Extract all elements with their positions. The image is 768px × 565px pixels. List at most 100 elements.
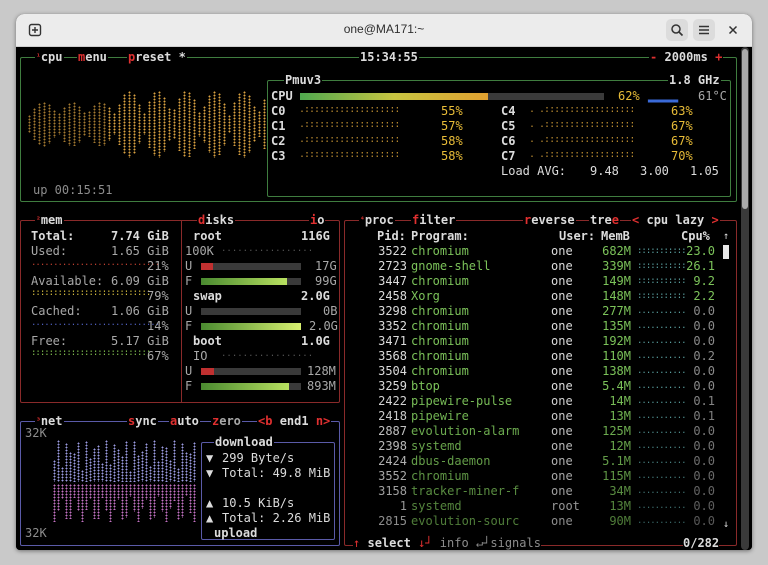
proc-row[interactable]: 3552 chromium one 115M........... 0.0 bbox=[345, 469, 715, 484]
core-pct: 67% bbox=[671, 134, 693, 148]
menu-button[interactable]: menu bbox=[77, 50, 108, 64]
scrollbar-thumb[interactable] bbox=[742, 49, 748, 209]
net-upload-column bbox=[101, 484, 104, 498]
proc-row[interactable]: 2815 evolution-sourc one 90M........... 0.0 bbox=[345, 514, 715, 529]
proc-mem: 13M bbox=[609, 409, 631, 423]
proc-mem: 5.4M bbox=[602, 379, 631, 393]
net-interface-selector[interactable]: <b end1 n> bbox=[257, 414, 332, 428]
proc-tree-toggle[interactable]: tree bbox=[589, 213, 620, 227]
net-upload-column bbox=[177, 484, 180, 520]
proc-row[interactable]: 3259 btop one 5.4M........... 0.0 bbox=[345, 379, 715, 394]
proc-row[interactable]: 3158 tracker-miner-f one 34M........... 0.0 bbox=[345, 484, 715, 499]
search-icon[interactable] bbox=[666, 19, 688, 41]
proc-row[interactable]: 2723 gnome-shell one 339M::::::::::: 26.1 bbox=[345, 259, 715, 274]
disk-boot-f-label: F bbox=[185, 379, 193, 393]
scroll-up-icon[interactable]: ↑ bbox=[723, 229, 729, 244]
net-upload-column bbox=[169, 484, 172, 509]
iface-next-button[interactable]: n> bbox=[316, 414, 330, 428]
net-upload-column bbox=[97, 484, 100, 519]
net-upload-column bbox=[81, 484, 84, 522]
proc-user: one bbox=[551, 439, 573, 453]
scroll-down-icon[interactable]: ↓ bbox=[723, 517, 729, 532]
iface-prev-button[interactable]: <b bbox=[258, 414, 272, 428]
proc-sort-selector[interactable]: < cpu lazy > bbox=[631, 213, 720, 227]
net-download-column bbox=[109, 464, 112, 482]
col-cpu[interactable]: Cpu% bbox=[681, 229, 710, 244]
proc-row[interactable]: 3298 chromium one 277M........... 0.0 bbox=[345, 304, 715, 319]
proc-program: chromium bbox=[411, 319, 469, 333]
signals-button[interactable]: signals bbox=[490, 536, 541, 550]
proc-reverse-toggle[interactable]: reverse bbox=[523, 213, 576, 227]
core-name: C5 bbox=[501, 119, 516, 133]
proc-row[interactable]: 2422 pipewire-pulse one 14M........... 0.1 bbox=[345, 394, 715, 409]
proc-row[interactable]: 2458 Xorg one 148M::::::::::: 2.2 bbox=[345, 289, 715, 304]
proc-cpu: 0.0 bbox=[693, 319, 715, 333]
proc-cpu: 0.0 bbox=[693, 364, 715, 378]
net-zero-toggle[interactable]: zero bbox=[211, 414, 242, 428]
proc-filter-button[interactable]: filter bbox=[411, 213, 457, 227]
proc-pid: 3298 bbox=[378, 304, 407, 318]
proc-row[interactable]: 3352 chromium one 135M........... 0.0 bbox=[345, 319, 715, 334]
cpu-frequency: 1.8 GHz bbox=[668, 73, 721, 87]
proc-user: one bbox=[551, 349, 573, 363]
proc-row[interactable]: 2398 systemd one 12M........... 0.0 bbox=[345, 439, 715, 454]
cpu-title: cpu bbox=[40, 50, 63, 64]
disk-root-io-graph: ................. bbox=[221, 244, 314, 254]
net-download-column bbox=[157, 461, 160, 482]
core-name: C1 bbox=[271, 119, 286, 133]
proc-program: gnome-shell bbox=[411, 259, 491, 273]
terminal-scrollbar[interactable] bbox=[741, 47, 749, 550]
proc-pid: 3471 bbox=[378, 334, 407, 348]
cpu-temp: 61°C bbox=[698, 89, 727, 103]
interval-control[interactable]: - 2000ms + bbox=[649, 50, 724, 64]
proc-mem: 148M bbox=[602, 289, 631, 303]
proc-mem: 192M bbox=[602, 334, 631, 348]
io-toggle[interactable]: io bbox=[309, 213, 326, 227]
core-pct: 55% bbox=[441, 104, 463, 118]
proc-row[interactable]: 3568 chromium one 110M........... 0.2 bbox=[345, 349, 715, 364]
close-icon[interactable] bbox=[722, 19, 744, 41]
proc-user: one bbox=[551, 274, 573, 288]
proc-cpu: 26.1 bbox=[686, 259, 715, 273]
proc-scroll-thumb[interactable] bbox=[723, 245, 729, 259]
core-graph: . .:::::::::::::::::: bbox=[529, 134, 635, 145]
hamburger-menu-icon[interactable] bbox=[693, 19, 715, 41]
disk-swap-size: 2.0G bbox=[301, 289, 330, 303]
proc-pid: 2458 bbox=[378, 289, 407, 303]
mem-cached-meter: ............................. bbox=[31, 318, 160, 328]
proc-row[interactable]: 2887 evolution-alarm one 125M........... 0.0 bbox=[345, 424, 715, 439]
proc-row[interactable]: 2418 pipewire one 13M........... 0.1 bbox=[345, 409, 715, 424]
proc-row[interactable]: 3447 chromium one 149M::::::::::: 9.2 bbox=[345, 274, 715, 289]
mem-free-meter: ::::::::::::::::::::::::::: bbox=[31, 348, 151, 358]
col-user[interactable]: User: bbox=[559, 229, 595, 244]
net-upload-column bbox=[173, 484, 176, 501]
preset-button[interactable]: preset * bbox=[127, 50, 187, 64]
proc-mem: 110M bbox=[602, 349, 631, 363]
proc-row[interactable]: 1 systemd root 13M........... 0.0 bbox=[345, 499, 715, 514]
proc-row[interactable]: 2424 dbus-daemon one 5.1M........... 0.0 bbox=[345, 454, 715, 469]
info-button[interactable]: info bbox=[440, 536, 469, 550]
select-up-icon[interactable]: ↑ bbox=[353, 536, 360, 550]
proc-program: chromium bbox=[411, 274, 469, 288]
col-memb[interactable]: MemB bbox=[601, 229, 630, 244]
mem-panel: ²mem disks io Total: 7.74 GiB Used: 1.65… bbox=[20, 213, 340, 403]
net-upload-column bbox=[85, 484, 88, 510]
window-title: one@MA171:~ bbox=[343, 22, 425, 36]
disk-root-free: 99G bbox=[315, 274, 337, 288]
terminal-window: one@MA171:~ ¹cpu menu preset * 15:34:55 … bbox=[16, 14, 752, 550]
select-button[interactable]: select bbox=[367, 536, 410, 550]
col-program[interactable]: Program: bbox=[411, 229, 469, 244]
load-avg-1: 9.48 bbox=[590, 164, 619, 178]
proc-row[interactable]: 3522 chromium one 682M::::::::::: 23.0 bbox=[345, 244, 715, 259]
proc-user: one bbox=[551, 469, 573, 483]
upload-total: Total: 2.26 MiB bbox=[222, 511, 331, 525]
proc-row[interactable]: 3471 chromium one 192M........... 0.0 bbox=[345, 334, 715, 349]
disk-root-u-label: U bbox=[185, 259, 193, 273]
proc-row[interactable]: 3504 chromium one 138M........... 0.0 bbox=[345, 364, 715, 379]
proc-pid: 2815 bbox=[378, 514, 407, 528]
proc-user: one bbox=[551, 514, 573, 528]
proc-user: one bbox=[551, 364, 573, 378]
col-pid[interactable]: Pid: bbox=[377, 229, 406, 244]
net-upload-column bbox=[161, 484, 164, 512]
core-name: C4 bbox=[501, 104, 516, 118]
